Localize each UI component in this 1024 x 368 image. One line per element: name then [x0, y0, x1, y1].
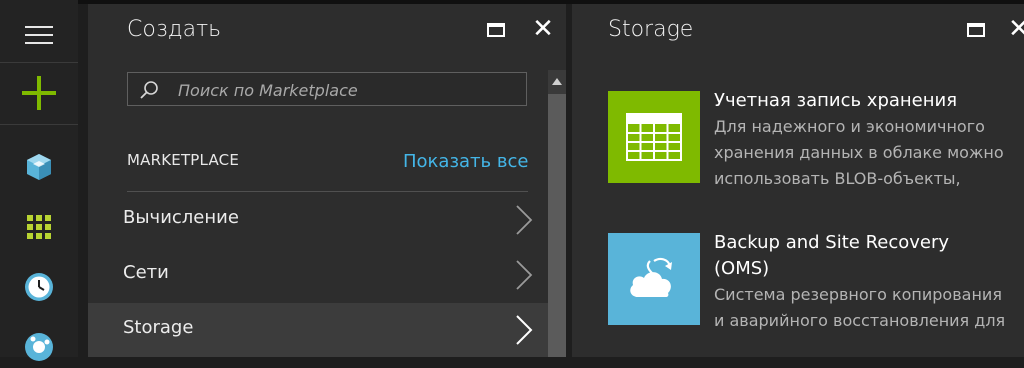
storage-account-tile[interactable] — [608, 91, 700, 183]
scroll-up-arrow-icon[interactable] — [552, 78, 562, 85]
menu-item-storage[interactable]: Storage — [88, 303, 548, 357]
scrollbar[interactable] — [548, 70, 566, 357]
item-description-line: использовать BLOB-объекты, — [714, 169, 961, 188]
section-divider — [127, 191, 528, 192]
hamburger-menu-icon[interactable] — [25, 26, 53, 44]
menu-item-compute[interactable]: Вычисление — [88, 193, 548, 247]
item-title-line: (OMS) — [714, 258, 770, 279]
globe-icon[interactable] — [22, 330, 56, 364]
nav-divider — [0, 62, 78, 63]
item-title: Учетная запись хранения — [714, 90, 958, 111]
backup-site-recovery-tile[interactable] — [608, 233, 700, 325]
menu-item-label: Вычисление — [123, 207, 239, 228]
search-input[interactable]: Поиск по Marketplace — [127, 72, 527, 106]
marketplace-section-label: MARKETPLACE — [127, 151, 239, 169]
chevron-right-icon — [516, 315, 533, 345]
item-title-line: Backup and Site Recovery — [714, 232, 950, 253]
nav-divider — [0, 124, 78, 125]
item-description-line: Система резервного копирования — [714, 285, 1002, 304]
backup-site-recovery-item[interactable]: Backup and Site Recovery (OMS) Система р… — [714, 230, 1014, 334]
cube-icon[interactable] — [22, 150, 56, 184]
storage-blade-title: Storage — [608, 17, 694, 42]
cloud-icon — [630, 257, 672, 297]
scrollbar-thumb[interactable] — [548, 94, 566, 357]
show-all-link[interactable]: Показать все — [403, 151, 528, 172]
maximize-icon[interactable] — [484, 18, 510, 44]
menu-item-networking[interactable]: Сети — [88, 248, 548, 302]
menu-item-label: Сети — [123, 262, 169, 283]
create-blade-title: Создать — [127, 17, 222, 42]
menu-item-label: Storage — [123, 317, 194, 338]
grid-icon[interactable] — [22, 210, 56, 244]
item-description-line: хранения данных в облаке можно — [714, 143, 1004, 162]
chevron-right-icon — [516, 205, 533, 235]
plus-icon[interactable] — [22, 76, 56, 110]
clock-icon[interactable] — [22, 270, 56, 304]
close-icon[interactable]: ✕ — [530, 16, 556, 42]
search-placeholder: Поиск по Marketplace — [178, 81, 358, 100]
table-icon — [626, 113, 682, 161]
item-description-line: и аварийного восстановления для — [714, 311, 1006, 330]
search-icon — [140, 81, 158, 99]
storage-account-item[interactable]: Учетная запись хранения Для надежного и … — [714, 88, 1014, 192]
close-icon[interactable]: ✕ — [1008, 16, 1024, 42]
item-description-line: Для надежного и экономичного — [714, 117, 985, 136]
chevron-right-icon — [516, 260, 533, 290]
maximize-icon[interactable] — [964, 18, 990, 44]
